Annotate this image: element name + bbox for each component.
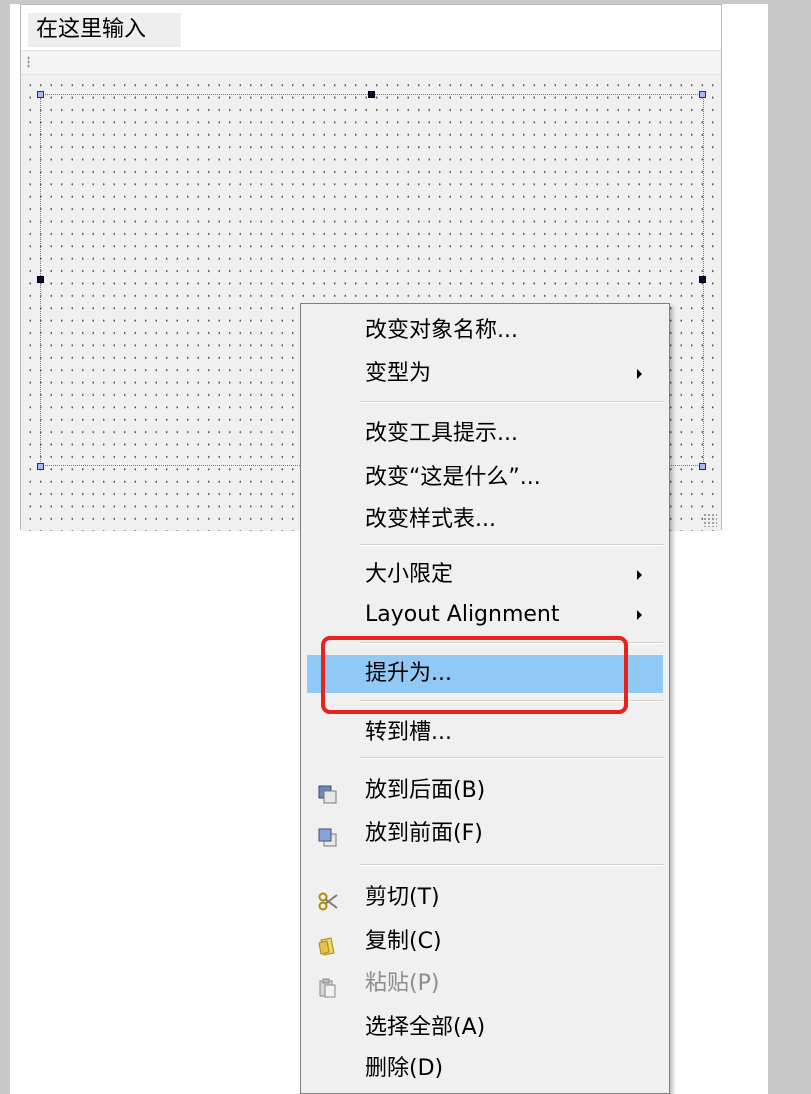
toolbar-grip-icon[interactable]: [27, 56, 30, 68]
menu-item-label: Layout Alignment: [365, 602, 560, 627]
menu-item-delete[interactable]: 删除(D): [307, 1050, 663, 1088]
menu-separator: [359, 401, 663, 403]
menu-item-change-object-name[interactable]: 改变对象名称...: [307, 312, 663, 350]
menu-item-bring-to-front[interactable]: 放到前面(F): [307, 815, 663, 853]
menu-item-size-constraints[interactable]: 大小限定: [307, 556, 663, 594]
menu-item-label: 提升为...: [365, 661, 452, 686]
menu-separator: [359, 864, 663, 866]
size-grip-icon[interactable]: [703, 513, 717, 527]
menu-item-label: 放到前面(F): [365, 821, 483, 846]
menu-item-morph-into[interactable]: 变型为: [307, 355, 663, 393]
menu-separator: [359, 544, 663, 546]
menu-item-go-to-slot[interactable]: 转到槽...: [307, 714, 663, 752]
submenu-arrow-icon: [637, 369, 642, 379]
resize-handle-bottom-left[interactable]: [37, 463, 44, 470]
menu-item-label: 剪切(T): [365, 885, 440, 910]
menu-item-label: 选择全部(A): [365, 1015, 486, 1040]
resize-handle-bottom-right[interactable]: [699, 463, 706, 470]
resize-handle-top-left[interactable]: [37, 91, 44, 98]
menu-item-label: 复制(C): [365, 929, 442, 954]
resize-handle-left[interactable]: [37, 276, 44, 283]
menu-item-label: 改变“这是什么”...: [365, 465, 541, 490]
window-right-background: [768, 0, 811, 1094]
menu-item-select-all[interactable]: 选择全部(A): [307, 1009, 663, 1047]
copy-icon: [317, 932, 339, 956]
menu-item-label: 放到后面(B): [365, 778, 486, 803]
context-menu: 改变对象名称... 变型为 改变工具提示... 改变“这是什么”... 改变样式…: [300, 303, 670, 1094]
menu-item-label: 粘贴(P): [365, 971, 440, 996]
toolbar-area: [21, 52, 721, 75]
menu-item-change-whats-this[interactable]: 改变“这是什么”...: [307, 459, 663, 497]
menu-item-label: 改变对象名称...: [365, 318, 518, 343]
paste-icon: [317, 974, 339, 998]
menu-item-label: 大小限定: [365, 562, 454, 587]
menu-item-label: 转到槽...: [365, 720, 452, 745]
menubar: 在这里输入: [21, 5, 721, 51]
menu-item-label: 删除(D): [365, 1056, 444, 1081]
menu-separator: [359, 642, 663, 644]
window-left-border: [0, 0, 10, 1094]
resize-handle-right[interactable]: [699, 276, 706, 283]
menu-item-change-stylesheet[interactable]: 改变样式表...: [307, 501, 663, 539]
submenu-arrow-icon: [637, 570, 642, 580]
resize-handle-top[interactable]: [368, 91, 375, 98]
cut-icon: [317, 888, 339, 911]
menu-separator: [359, 700, 663, 702]
menu-item-label: 改变样式表...: [365, 507, 496, 532]
menu-item-copy[interactable]: 复制(C): [307, 923, 663, 961]
menu-item-layout-alignment[interactable]: Layout Alignment: [307, 596, 663, 634]
submenu-arrow-icon: [637, 610, 642, 620]
menu-item-label: 变型为: [365, 361, 432, 386]
menubar-type-here[interactable]: 在这里输入: [28, 13, 181, 47]
menu-item-send-to-back[interactable]: 放到后面(B): [307, 772, 663, 810]
menu-item-cut[interactable]: 剪切(T): [307, 879, 663, 917]
menu-item-label: 改变工具提示...: [365, 421, 518, 446]
send-to-back-icon: [317, 781, 339, 804]
menu-item-paste[interactable]: 粘贴(P): [307, 965, 663, 1003]
bring-to-front-icon: [317, 824, 339, 847]
menu-item-promote-to[interactable]: 提升为...: [307, 655, 663, 693]
resize-handle-top-right[interactable]: [699, 91, 706, 98]
menu-separator: [359, 757, 663, 759]
menu-item-change-tooltip[interactable]: 改变工具提示...: [307, 415, 663, 453]
